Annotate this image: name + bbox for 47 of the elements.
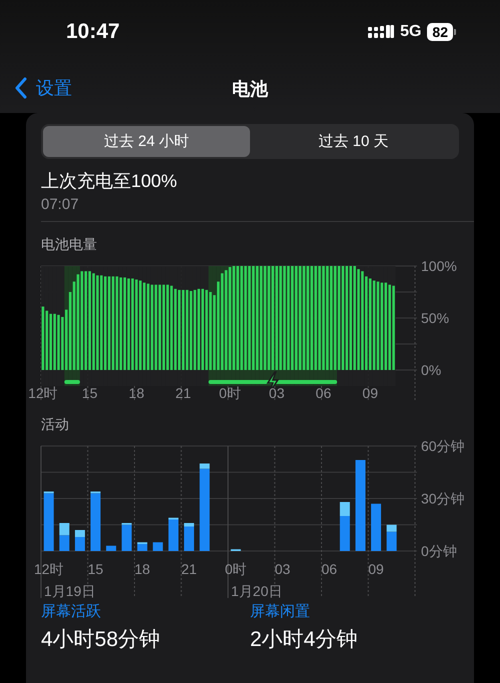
last-charge-label: 上次充电至100%: [41, 170, 178, 193]
activity-bar: [371, 504, 382, 551]
axis-label: 09: [368, 561, 384, 577]
axis-label: 0时: [224, 561, 247, 577]
axis-label: 18: [134, 561, 150, 577]
last-charge-time: 07:07: [41, 196, 80, 213]
axis-label: 50%: [421, 310, 450, 326]
chart-title: 电池电量: [40, 235, 98, 254]
battery-level: 82: [427, 23, 453, 41]
activity-bar: [59, 523, 70, 536]
network-type: 5G: [400, 23, 422, 41]
date-label: 1月19日: [44, 583, 96, 599]
signal-icon: [368, 25, 394, 39]
axis-label: 21: [175, 385, 191, 401]
activity-bar: [106, 546, 116, 551]
axis-label: 0分钟: [421, 543, 457, 559]
axis-label: 12时: [34, 561, 64, 577]
chevron-left-icon: [14, 77, 28, 99]
summary-value: 4小时58分钟: [41, 627, 162, 653]
back-button[interactable]: 设置: [14, 76, 72, 100]
summary-value: 2小时4分钟: [250, 627, 358, 653]
axis-label: 09: [362, 385, 378, 401]
axis-label: 60分钟: [421, 438, 465, 454]
axis-label: 03: [274, 561, 290, 577]
axis-label: 30分钟: [421, 490, 465, 506]
chart-title: 活动: [40, 415, 70, 434]
axis-label: 0时: [219, 385, 241, 401]
activity-bar: [152, 542, 163, 551]
axis-label: 0%: [421, 362, 442, 378]
axis-label: 21: [181, 561, 197, 577]
activity-bar: [59, 535, 70, 551]
segment-tab[interactable]: 过去 24 小时: [43, 126, 250, 157]
axis-label: 15: [88, 561, 104, 577]
summary-label: 屏幕闲置: [250, 602, 311, 621]
axis-label: 15: [82, 385, 98, 401]
axis-label: 18: [128, 385, 144, 401]
axis-label: 12时: [28, 385, 58, 401]
page-title: 电池: [232, 78, 268, 100]
axis-label: 06: [316, 385, 332, 401]
summary-label: 屏幕活跃: [41, 602, 102, 621]
date-label: 1月20日: [231, 583, 282, 599]
charging-bar: [64, 380, 80, 384]
status-time: 10:47: [66, 20, 120, 44]
axis-label: 03: [268, 385, 284, 401]
segment-tab[interactable]: 过去 10 天: [250, 126, 457, 157]
axis-label: 100%: [421, 258, 457, 274]
axis-label: 06: [322, 561, 338, 577]
